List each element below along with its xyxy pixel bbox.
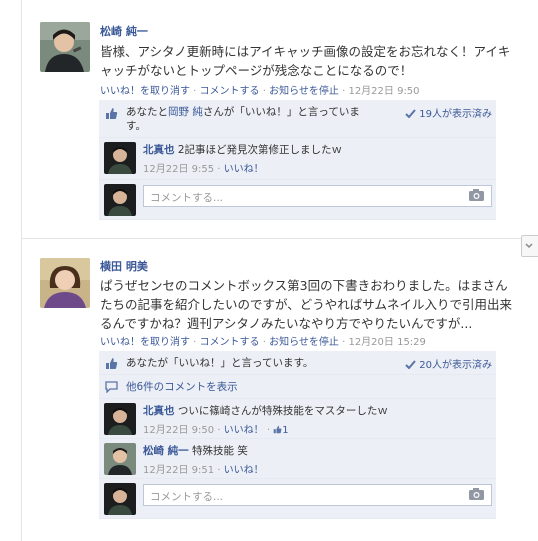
comment-body: 松崎 純一 特殊技能 笑 [143,444,248,458]
liker-name-link[interactable]: 岡野 純 [168,106,203,118]
avatar-photo-icon [104,483,136,515]
commenter-avatar[interactable] [104,443,136,475]
comment-link[interactable]: コメントする [200,86,260,97]
comment-compose-row: コメントする... [99,479,496,519]
avatar-photo-icon [40,22,90,72]
unlike-link[interactable]: いいね！を取り消す [100,86,190,97]
story-divider [22,238,538,239]
camera-icon[interactable] [469,189,484,201]
comment-text: 特殊技能 笑 [192,445,248,457]
comment-like-link[interactable]: いいね！ [224,164,264,175]
avatar-photo-icon [104,403,136,435]
comment-timestamp[interactable]: 12月22日 9:55 [143,164,214,175]
unlike-link[interactable]: いいね！を取り消す [100,337,190,348]
comment-meta: 12月22日 9:55 · いいね！ [143,164,264,175]
comment-text: 2記事ほど発見次第修正しましたｗ [177,144,343,156]
view-more-row[interactable]: 他6件のコメントを表示 [99,375,496,399]
avatar-photo-icon [104,184,136,216]
comment-meta: 12月22日 9:50 · いいね！ · 1 [143,425,289,436]
thumbs-up-icon [106,108,118,119]
view-more-comments-link[interactable]: 他6件のコメントを表示 [126,380,238,394]
likes-text: あなたと岡野 純さんが「いいね！」と言っていま す。 [126,106,360,132]
unsubscribe-link[interactable]: お知らせを停止 [269,86,339,97]
checkmark-icon [405,109,416,119]
commenter-avatar[interactable] [104,142,136,174]
post-actions: いいね！を取り消す · コメントする · お知らせを停止 · 12月22日 9:… [100,86,420,97]
comment-input[interactable]: コメントする... [143,484,492,506]
checkmark-icon [405,360,416,370]
commenter-name[interactable]: 松崎 純一 [143,445,189,457]
commenter-avatar[interactable] [104,403,136,435]
commenter-name[interactable]: 北真也 [143,144,175,156]
comment-input[interactable]: コメントする... [143,185,492,207]
likes-row: あなたと岡野 純さんが「いいね！」と言っていま す。 19人が表示済み [99,100,496,138]
post-timestamp[interactable]: 12月22日 9:50 [348,86,419,97]
unsubscribe-link[interactable]: お知らせを停止 [269,337,339,348]
camera-icon[interactable] [469,488,484,500]
thumbs-up-icon [106,358,118,369]
comment-body: 北真也 ついに篠崎さんが特殊技能をマスターしたｗ [143,404,388,418]
seen-by[interactable]: 19人が表示済み [405,105,492,120]
commenter-name[interactable]: 北真也 [143,405,175,417]
comment-like-link[interactable]: いいね！ [224,425,264,436]
story-options-button[interactable] [521,235,538,257]
post-timestamp[interactable]: 12月20日 15:29 [348,337,425,348]
comment-row: 北真也 2記事ほど発見次第修正しましたｗ 12月22日 9:55 · いいね！ [99,138,496,180]
comment-bubble-icon [105,381,118,393]
viewer-avatar [104,184,136,216]
comment-link[interactable]: コメントする [200,337,260,348]
likes-row: あなたが「いいね！」と言っています。 20人が表示済み [99,351,496,375]
post-text: ぱうぜセンセのコメントボックス第3回の下書きおわりました。はまさんたちの記事を紹… [100,278,513,331]
likes-text: あなたが「いいね！」と言っています。 [126,357,314,369]
author-avatar[interactable] [40,22,90,72]
viewer-avatar [104,483,136,515]
author-avatar[interactable] [40,258,90,308]
comment-row: 北真也 ついに篠崎さんが特殊技能をマスターしたｗ 12月22日 9:50 · い… [99,399,496,439]
comment-body: 北真也 2記事ほど発見次第修正しましたｗ [143,143,342,157]
author-name[interactable]: 松崎 純一 [100,23,148,39]
comment-like-count[interactable]: 1 [282,425,288,436]
comment-like-link[interactable]: いいね！ [224,465,264,476]
comment-compose-row: コメントする... [99,180,496,220]
comment-timestamp[interactable]: 12月22日 9:51 [143,465,214,476]
comment-meta: 12月22日 9:51 · いいね！ [143,465,264,476]
chevron-down-icon [525,243,533,249]
post-text: 皆様、アシタノ更新時にはアイキャッチ画像の設定をお忘れなく！アイキャッチがないと… [100,44,511,78]
comment-timestamp[interactable]: 12月22日 9:50 [143,425,214,436]
avatar-photo-icon [104,443,136,475]
seen-by[interactable]: 20人が表示済み [405,356,492,371]
feed-left-border [21,0,22,541]
post-actions: いいね！を取り消す · コメントする · お知らせを停止 · 12月20日 15… [100,337,426,348]
comment-text: ついに篠崎さんが特殊技能をマスターしたｗ [177,405,388,417]
author-name[interactable]: 横田 明美 [100,258,148,274]
avatar-photo-icon [104,142,136,174]
thumbs-up-icon [273,425,282,434]
avatar-photo-icon [40,258,90,308]
comment-row: 松崎 純一 特殊技能 笑 12月22日 9:51 · いいね！ [99,439,496,479]
